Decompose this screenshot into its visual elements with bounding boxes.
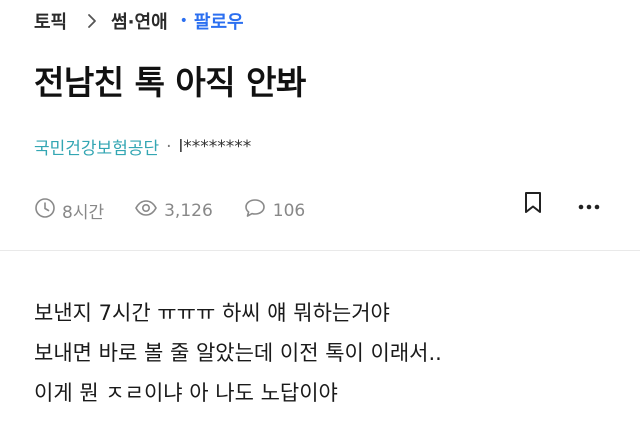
breadcrumb-dot: • bbox=[179, 13, 188, 29]
post-body-line: 보낸지 7시간 ㅠㅠㅠ 하씨 얘 뭐하는거야 bbox=[34, 301, 390, 325]
breadcrumb-category[interactable]: 썸·연애 bbox=[111, 8, 168, 34]
post-page: 토픽 썸·연애 • 팔로우 전남친 톡 아직 안봐 국민건강보험공단 · l**… bbox=[0, 0, 640, 443]
clock-icon bbox=[34, 197, 62, 224]
post-title: 전남친 톡 아직 안봐 bbox=[34, 63, 306, 102]
breadcrumb: 토픽 썸·연애 • 팔로우 bbox=[34, 9, 244, 33]
post-body-line: 보내면 바로 볼 줄 알았는데 이전 톡이 이래서.. bbox=[34, 341, 442, 365]
stat-views-value: 3,126 bbox=[164, 200, 213, 221]
author-nickname: l******** bbox=[178, 136, 252, 157]
post-stats: 8시간 3,126 106 bbox=[34, 197, 335, 224]
stat-comments[interactable]: 106 bbox=[243, 197, 305, 224]
post-body-line: 이게 뭔 ㅈㄹ이냐 아 나도 노답이야 bbox=[34, 381, 338, 405]
bookmark-icon bbox=[523, 191, 543, 219]
eye-icon bbox=[134, 197, 164, 224]
stat-comments-value: 106 bbox=[272, 200, 306, 221]
post-body: 보낸지 7시간 ㅠㅠㅠ 하씨 얘 뭐하는거야 보내면 바로 볼 줄 알았는데 이… bbox=[34, 293, 442, 413]
follow-button[interactable]: 팔로우 bbox=[194, 8, 244, 34]
stat-time-value: 8시간 bbox=[62, 203, 105, 223]
stat-time: 8시간 bbox=[34, 197, 104, 224]
author-info: 국민건강보험공단 · l******** bbox=[34, 134, 252, 160]
divider bbox=[0, 250, 640, 251]
comment-icon bbox=[243, 197, 273, 224]
author-company[interactable]: 국민건강보험공단 bbox=[34, 134, 159, 159]
breadcrumb-topic[interactable]: 토픽 bbox=[34, 8, 67, 34]
chevron-right-icon bbox=[87, 13, 97, 29]
more-horizontal-icon bbox=[577, 196, 601, 215]
author-separator: · bbox=[166, 136, 172, 157]
bookmark-button[interactable] bbox=[518, 190, 548, 220]
stat-views: 3,126 bbox=[134, 197, 213, 224]
more-options-button[interactable] bbox=[572, 190, 606, 220]
